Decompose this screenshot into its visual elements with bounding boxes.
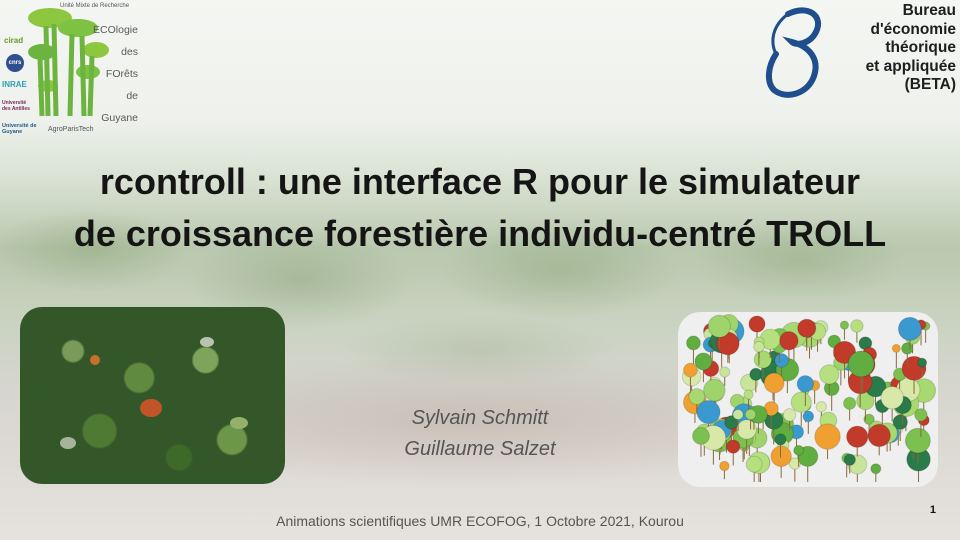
cnrs-logo: cnrs [6,54,24,72]
authors: Sylvain Schmitt Guillaume Salzet [380,403,580,465]
cirad-logo: cirad [4,36,24,45]
beta-line-2: d'économie [870,20,956,38]
troll-simulation-image [678,312,938,487]
universite-antilles-logo: Université des Antilles [2,100,30,112]
title-line-2: de croissance forestière individu-centré… [73,213,887,254]
aerial-forest-photo [20,307,285,484]
beta-logo-icon [766,7,821,98]
page-number: 1 [929,504,936,516]
universite-guyane-logo: Université de Guyane [2,123,37,135]
ecofog-word-ecologie: ECOlogie [93,24,138,36]
slide-title: rcontroll : une interface R pour le simu… [0,156,960,260]
beta-line-3: théorique [885,39,956,56]
author-1: Sylvain Schmitt [411,407,549,429]
ecofog-word-forets: FOrêts [105,68,138,80]
ecofog-logo: Unité Mixte de Recherche ECOlogie des FO… [0,0,150,140]
footer-event: Animations scientifiques UMR ECOFOG, 1 O… [276,513,684,529]
slide: Unité Mixte de Recherche ECOlogie des FO… [0,0,960,540]
ecofog-word-guyane: Guyane [101,112,138,124]
title-line-1: rcontroll : une interface R pour le simu… [99,161,861,202]
ecofog-word-de: de [126,90,138,102]
agroparistech-logo: AgroParisTech [48,126,94,133]
author-2: Guillaume Salzet [404,438,556,460]
beta-line-1: Bureau [902,2,956,19]
inrae-logo: INRAE [2,80,27,89]
beta-line-4: et appliquée [865,57,956,75]
beta-line-5: (BETA) [904,76,956,93]
beta-name: Bureau d'économie théorique et appliquée… [866,2,956,95]
troll-trees-render [681,314,937,482]
ecofog-word-des: des [121,46,138,58]
